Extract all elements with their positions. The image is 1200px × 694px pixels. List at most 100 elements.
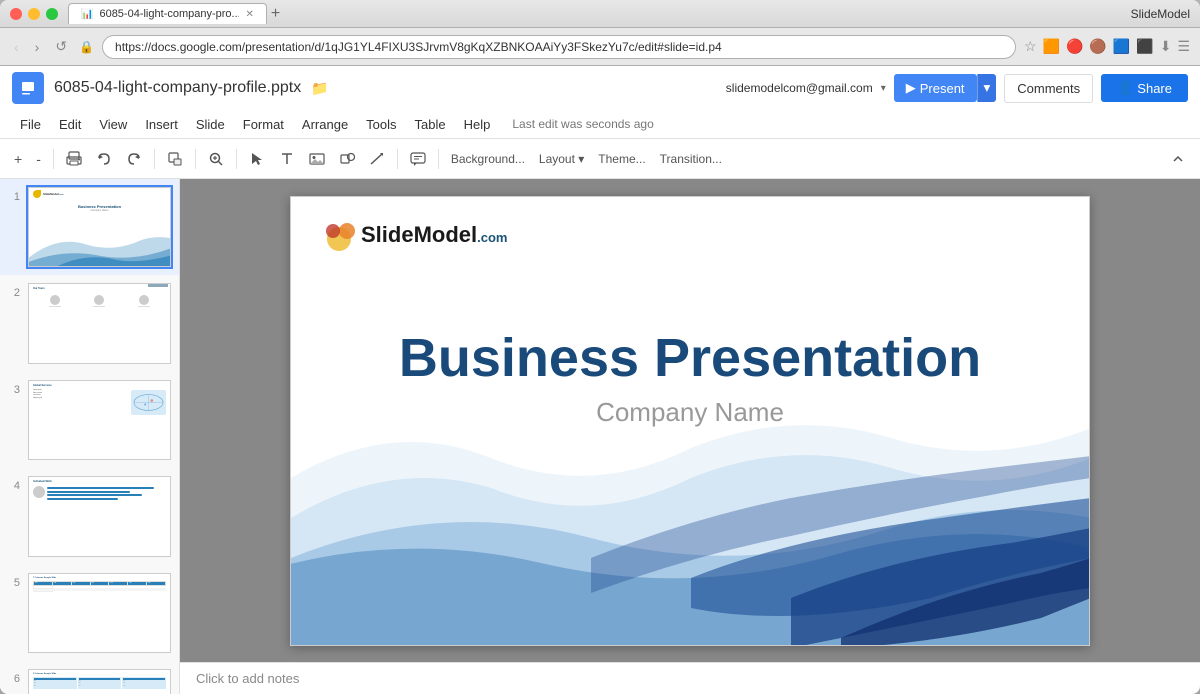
slide-title[interactable]: Business Presentation <box>291 327 1089 389</box>
menu-icon[interactable]: ☰ <box>1177 38 1190 55</box>
menu-help[interactable]: Help <box>456 115 499 134</box>
image-tool[interactable] <box>303 147 331 171</box>
slide-thumbnail-6[interactable]: 6 3 Columns Sample Slide texttexttext te… <box>0 661 179 694</box>
background-button[interactable]: Background... <box>445 148 531 170</box>
undo-button[interactable] <box>90 147 118 171</box>
toolbar: + - <box>0 139 1200 179</box>
header-actions: slidemodelcom@gmail.com ▾ ▶ Present ▾ Co… <box>726 74 1188 103</box>
toolbar-separator-4 <box>236 149 237 169</box>
menu-slide[interactable]: Slide <box>188 115 233 134</box>
browser-title: SlideModel <box>1131 7 1190 21</box>
notes-placeholder: Click to add notes <box>196 671 299 686</box>
menu-file[interactable]: File <box>12 115 49 134</box>
layout-button[interactable]: Layout ▾ <box>533 148 590 170</box>
slide-thumbnail-3[interactable]: 3 Global Services Lorem ipsumdolor sit a… <box>0 372 179 468</box>
share-button[interactable]: 👤 Share <box>1101 74 1188 102</box>
present-button[interactable]: ▶ Present <box>894 74 977 102</box>
new-tab-button[interactable]: + <box>271 6 280 22</box>
user-email: slidemodelcom@gmail.com <box>726 81 873 95</box>
slide-6-preview: 3 Columns Sample Slide texttexttext text… <box>28 669 171 694</box>
zoom-button[interactable] <box>202 147 230 171</box>
window-close-button[interactable] <box>10 8 22 20</box>
comments-button[interactable]: Comments <box>1004 74 1093 103</box>
zoom-in-button[interactable]: + <box>8 147 28 171</box>
window-controls <box>10 8 58 20</box>
slide-logo: SlideModel.com <box>321 217 507 253</box>
slide-panel[interactable]: 1 SlideModel.com Business Presentation C… <box>0 179 180 694</box>
play-icon: ▶ <box>906 80 916 96</box>
extension-icon-2[interactable]: 🔴 <box>1066 38 1083 55</box>
slide-canvas-area[interactable]: SlideModel.com Business Presentation Com… <box>180 179 1200 662</box>
slide-3-preview: Global Services Lorem ipsumdolor sit ame… <box>28 380 171 460</box>
cursor-tool[interactable] <box>243 147 271 171</box>
extension-icon-1[interactable]: 🟧 <box>1043 38 1060 55</box>
extension-icon-3[interactable]: 🟤 <box>1089 38 1106 55</box>
forward-button[interactable]: › <box>31 35 44 59</box>
slide-1-preview: SlideModel.com Business Presentation Com… <box>28 187 171 267</box>
toolbar-separator-3 <box>195 149 196 169</box>
menu-edit[interactable]: Edit <box>51 115 89 134</box>
slide-5-preview: 7 Columns Sample Slide ColColColColColCo… <box>28 573 171 653</box>
menu-table[interactable]: Table <box>407 115 454 134</box>
app-window: 📊 6085-04-light-company-pro... ✕ + Slide… <box>0 0 1200 694</box>
menu-bar: File Edit View Insert Slide Format Arran… <box>0 110 1200 138</box>
menu-insert[interactable]: Insert <box>137 115 186 134</box>
file-folder-icon[interactable]: 📁 <box>311 80 328 97</box>
extension-icon-4[interactable]: 🟦 <box>1113 38 1130 55</box>
toolbar-separator-2 <box>154 149 155 169</box>
present-button-group: ▶ Present ▾ <box>894 74 997 102</box>
toolbar-separator-6 <box>438 149 439 169</box>
back-button[interactable]: ‹ <box>10 35 23 59</box>
menu-arrange[interactable]: Arrange <box>294 115 356 134</box>
file-name: 6085-04-light-company-profile.pptx <box>54 79 301 97</box>
slide-wave-background <box>291 398 1089 644</box>
main-content: 1 SlideModel.com Business Presentation C… <box>0 179 1200 694</box>
transition-button[interactable]: Transition... <box>654 148 728 170</box>
slide-thumbnail-5[interactable]: 5 7 Columns Sample Slide ColColColColCol… <box>0 565 179 661</box>
menu-view[interactable]: View <box>91 115 135 134</box>
bookmark-icon[interactable]: ☆ <box>1024 38 1037 55</box>
window-minimize-button[interactable] <box>28 8 40 20</box>
active-slide-canvas[interactable]: SlideModel.com Business Presentation Com… <box>290 196 1090 646</box>
app-title-bar: 6085-04-light-company-profile.pptx 📁 sli… <box>0 66 1200 110</box>
last-edit-status: Last edit was seconds ago <box>512 117 653 131</box>
present-dropdown-button[interactable]: ▾ <box>977 74 997 102</box>
theme-button[interactable]: Theme... <box>592 148 651 170</box>
print-button[interactable] <box>60 147 88 171</box>
menu-format[interactable]: Format <box>235 115 292 134</box>
address-input[interactable] <box>102 35 1016 59</box>
title-bar: 📊 6085-04-light-company-pro... ✕ + Slide… <box>0 0 1200 28</box>
google-slides-logo <box>12 72 44 104</box>
download-icon[interactable]: ⬇ <box>1160 38 1172 55</box>
redo-button[interactable] <box>120 147 148 171</box>
window-maximize-button[interactable] <box>46 8 58 20</box>
slide-thumbnail-4[interactable]: 4 Individual Skills <box>0 468 179 564</box>
reload-button[interactable]: ↺ <box>51 34 71 59</box>
slide-thumbnail-2[interactable]: 2 Our Team <box>0 275 179 371</box>
browser-tab[interactable]: 📊 6085-04-light-company-pro... ✕ <box>68 3 267 24</box>
tab-close-icon[interactable]: ✕ <box>245 9 253 20</box>
line-tool[interactable] <box>363 147 391 171</box>
app-header: 6085-04-light-company-profile.pptx 📁 sli… <box>0 66 1200 139</box>
text-tool[interactable] <box>273 147 301 171</box>
slide-thumbnail-1[interactable]: 1 SlideModel.com Business Presentation C… <box>0 179 179 275</box>
extension-icon-5[interactable]: ⬛ <box>1136 38 1153 55</box>
tab-label: 6085-04-light-company-pro... <box>99 8 239 20</box>
toolbar-separator-5 <box>397 149 398 169</box>
notes-bar[interactable]: Click to add notes <box>180 662 1200 694</box>
slide-2-preview: Our Team <box>28 283 171 363</box>
menu-tools[interactable]: Tools <box>358 115 404 134</box>
toolbar-separator-1 <box>53 149 54 169</box>
shape-tool[interactable] <box>333 147 361 171</box>
tab-bar: 📊 6085-04-light-company-pro... ✕ + <box>68 3 1131 24</box>
comment-tool[interactable] <box>404 147 432 171</box>
user-dropdown-icon[interactable]: ▾ <box>881 83 886 94</box>
address-bar-icons: ☆ 🟧 🔴 🟤 🟦 ⬛ ⬇ ☰ <box>1024 38 1190 55</box>
editing-area: SlideModel.com Business Presentation Com… <box>180 179 1200 694</box>
slide-4-preview: Individual Skills <box>28 476 171 556</box>
zoom-out-button[interactable]: - <box>30 147 47 171</box>
share-icon: 👤 <box>1117 80 1133 96</box>
paint-format-button[interactable] <box>161 147 189 171</box>
collapse-toolbar-button[interactable] <box>1164 147 1192 171</box>
ssl-lock-icon: 🔒 <box>79 40 94 54</box>
